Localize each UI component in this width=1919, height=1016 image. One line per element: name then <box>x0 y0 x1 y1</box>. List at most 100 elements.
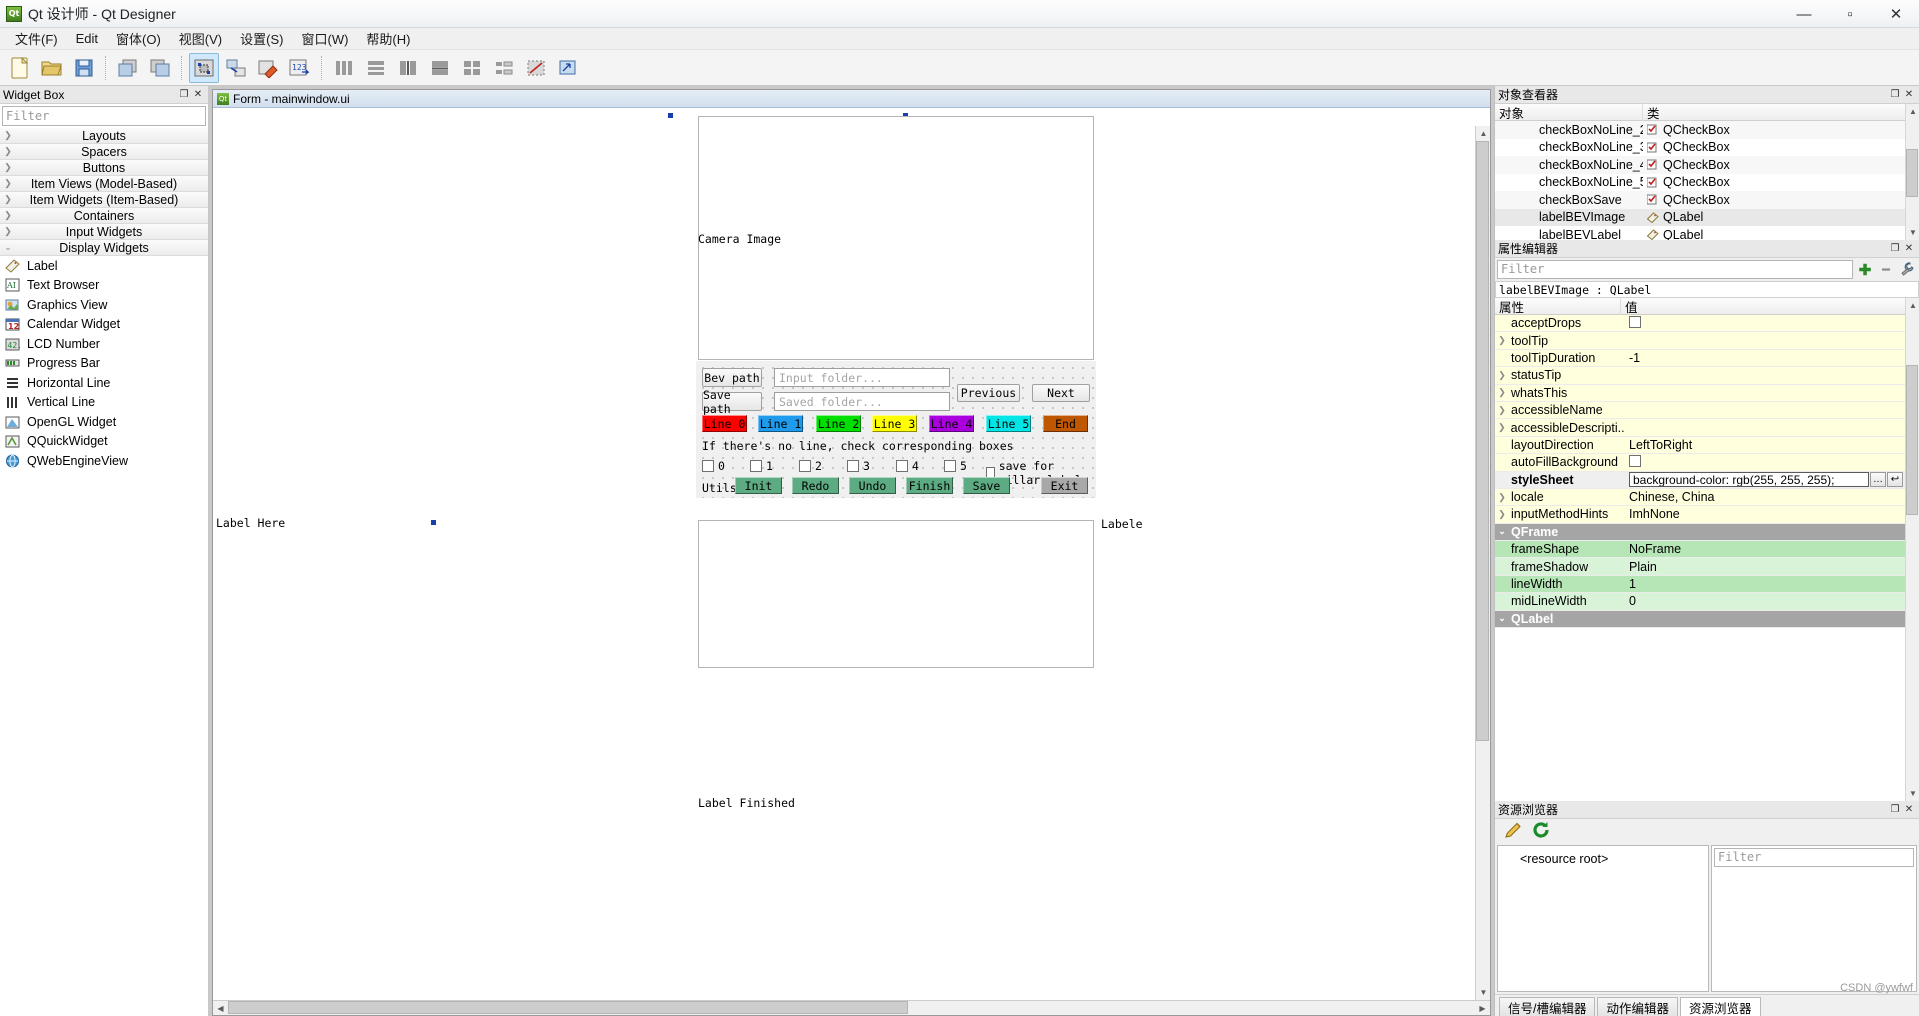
property-row-styleSheet[interactable]: styleSheet background-color: rgb(255, 25… <box>1495 472 1905 489</box>
widget-group-item-widgets[interactable]: ❯ Item Widgets (Item-Based) <box>0 192 208 208</box>
line-4-button[interactable]: Line 4 <box>929 415 974 432</box>
chevron-down-icon[interactable]: ⌄ <box>1495 613 1509 624</box>
property-row-lineWidth[interactable]: lineWidth 1 <box>1495 576 1905 593</box>
scroll-track[interactable] <box>1906 119 1919 225</box>
widget-group-display-widgets[interactable]: ⌄ Display Widgets <box>0 240 208 256</box>
new-form-icon[interactable] <box>5 53 35 83</box>
undo-icon[interactable] <box>113 53 143 83</box>
vertical-scroll-thumb[interactable] <box>1476 141 1489 741</box>
object-row[interactable]: checkBoxNoLine_5 QCheckBox <box>1495 174 1905 192</box>
pencil-icon[interactable] <box>1503 820 1523 843</box>
init-button[interactable]: Init <box>735 477 782 494</box>
property-row-toolTipDuration[interactable]: toolTipDuration -1 <box>1495 350 1905 367</box>
scroll-up-arrow-icon[interactable]: ▲ <box>1476 126 1490 141</box>
property-rows[interactable]: acceptDrops ❯toolTip toolTipDuration -1 <box>1495 315 1905 801</box>
chevron-right-icon[interactable]: ❯ <box>1495 492 1509 503</box>
checkbox-no-line-5[interactable]: 5 <box>944 459 967 473</box>
scroll-down-arrow-icon[interactable]: ▼ <box>1906 786 1919 801</box>
menu-window[interactable]: 窗口(W) <box>292 27 357 50</box>
resource-tree[interactable]: <resource root> <box>1497 845 1709 992</box>
widget-box-filter-input[interactable]: Filter <box>2 106 206 126</box>
save-path-input[interactable]: Saved folder... <box>774 392 950 411</box>
edit-signals-slots-icon[interactable] <box>221 53 251 83</box>
layout-grid-icon[interactable] <box>457 53 487 83</box>
undo-button[interactable]: Undo <box>849 477 896 494</box>
finish-button[interactable]: Finish <box>906 477 953 494</box>
menu-view[interactable]: 视图(V) <box>170 27 231 50</box>
widget-item-opengl-widget[interactable]: OpenGL Widget <box>0 412 208 432</box>
tab-action-editor[interactable]: 动作编辑器 <box>1597 997 1678 1016</box>
adjust-size-icon[interactable] <box>553 53 583 83</box>
property-group-qlabel[interactable]: ⌄QLabel <box>1495 611 1905 628</box>
layout-in-splitter-h-icon[interactable] <box>393 53 423 83</box>
resource-root-label[interactable]: <resource root> <box>1520 852 1608 866</box>
property-editor-scrollbar[interactable]: ▲ ▼ <box>1905 298 1919 801</box>
open-form-icon[interactable] <box>37 53 67 83</box>
checkbox-no-line-3[interactable]: 3 <box>847 459 870 473</box>
selection-handle-left[interactable] <box>431 520 436 525</box>
resource-browser-float-button[interactable]: ❐ <box>1888 803 1902 817</box>
label-finished-text[interactable]: Label Finished <box>698 796 795 810</box>
stylesheet-reset-button[interactable]: ↩ <box>1887 472 1903 487</box>
end-button[interactable]: End <box>1043 415 1088 432</box>
property-row-statusTip[interactable]: ❯statusTip <box>1495 367 1905 384</box>
widget-group-input-widgets[interactable]: ❯ Input Widgets <box>0 224 208 240</box>
reload-icon[interactable] <box>1531 820 1551 843</box>
menu-settings[interactable]: 设置(S) <box>231 27 292 50</box>
checkbox-no-line-1[interactable]: 1 <box>750 459 773 473</box>
menu-edit[interactable]: Edit <box>67 29 107 48</box>
widget-group-item-views[interactable]: ❯ Item Views (Model-Based) <box>0 176 208 192</box>
horizontal-scroll-track[interactable] <box>228 1001 1475 1016</box>
line-5-button[interactable]: Line 5 <box>986 415 1031 432</box>
configure-property-button[interactable] <box>1898 261 1916 279</box>
tab-signal-slot-editor[interactable]: 信号/槽编辑器 <box>1499 997 1595 1016</box>
save-form-icon[interactable] <box>69 53 99 83</box>
property-row-accessibleName[interactable]: ❯accessibleName <box>1495 402 1905 419</box>
scroll-thumb[interactable] <box>1906 365 1918 515</box>
redo-icon[interactable] <box>145 53 175 83</box>
object-row[interactable]: checkBoxNoLine_2 QCheckBox <box>1495 121 1905 139</box>
property-value[interactable] <box>1625 455 1905 470</box>
previous-button[interactable]: Previous <box>957 384 1020 402</box>
chevron-right-icon[interactable]: ❯ <box>1495 335 1509 346</box>
checkbox-box[interactable] <box>750 460 762 472</box>
widget-item-horizontal-line[interactable]: Horizontal Line <box>0 373 208 393</box>
redo-button[interactable]: Redo <box>792 477 839 494</box>
scroll-right-arrow-icon[interactable]: ▶ <box>1475 1001 1490 1016</box>
acceptdrops-checkbox[interactable] <box>1629 316 1641 328</box>
edit-widgets-icon[interactable] <box>189 53 219 83</box>
minimize-button[interactable]: — <box>1781 0 1827 28</box>
line-2-button[interactable]: Line 2 <box>816 415 861 432</box>
scroll-left-arrow-icon[interactable]: ◀ <box>213 1001 228 1016</box>
layout-form-icon[interactable] <box>489 53 519 83</box>
horizontal-scroll-thumb[interactable] <box>228 1001 908 1014</box>
widget-item-label[interactable]: Label <box>0 256 208 276</box>
widget-item-lcd-number[interactable]: 42. LCD Number <box>0 334 208 354</box>
property-row-toolTip[interactable]: ❯toolTip <box>1495 332 1905 349</box>
next-button[interactable]: Next <box>1032 384 1090 402</box>
object-row[interactable]: checkBoxSave QCheckBox <box>1495 191 1905 209</box>
property-row-frameShape[interactable]: frameShape NoFrame <box>1495 541 1905 558</box>
property-value[interactable]: Plain <box>1625 560 1905 574</box>
form-canvas[interactable]: Camera Image Label Here Bev path Input f… <box>213 108 1490 1000</box>
label-here-text[interactable]: Label Here <box>216 516 285 530</box>
property-value[interactable]: 1 <box>1625 577 1905 591</box>
property-row-frameShadow[interactable]: frameShadow Plain <box>1495 558 1905 575</box>
object-row-selected[interactable]: labelBEVImage QLabel <box>1495 209 1905 227</box>
checkbox-box[interactable] <box>896 460 908 472</box>
layout-in-splitter-v-icon[interactable] <box>425 53 455 83</box>
line-3-button[interactable]: Line 3 <box>872 415 917 432</box>
scroll-up-arrow-icon[interactable]: ▲ <box>1906 298 1919 313</box>
object-row[interactable]: checkBoxNoLine_4 QCheckBox <box>1495 156 1905 174</box>
widget-item-progress-bar[interactable]: Progress Bar <box>0 354 208 374</box>
edit-buddies-icon[interactable] <box>253 53 283 83</box>
break-layout-icon[interactable] <box>521 53 551 83</box>
form-vertical-scrollbar[interactable]: ▲ ▼ <box>1475 126 1490 1000</box>
property-value[interactable]: Chinese, China <box>1625 490 1905 504</box>
object-inspector-list[interactable]: checkBoxNoLine_2 QCheckBox checkBoxNoLin… <box>1495 121 1905 240</box>
checkbox-no-line-2[interactable]: 2 <box>799 459 822 473</box>
object-row[interactable]: checkBoxNoLine_3 QCheckBox <box>1495 139 1905 157</box>
property-row-midLineWidth[interactable]: midLineWidth 0 <box>1495 593 1905 610</box>
scroll-down-arrow-icon[interactable]: ▼ <box>1476 985 1490 1000</box>
selection-handle-top[interactable] <box>668 113 673 118</box>
